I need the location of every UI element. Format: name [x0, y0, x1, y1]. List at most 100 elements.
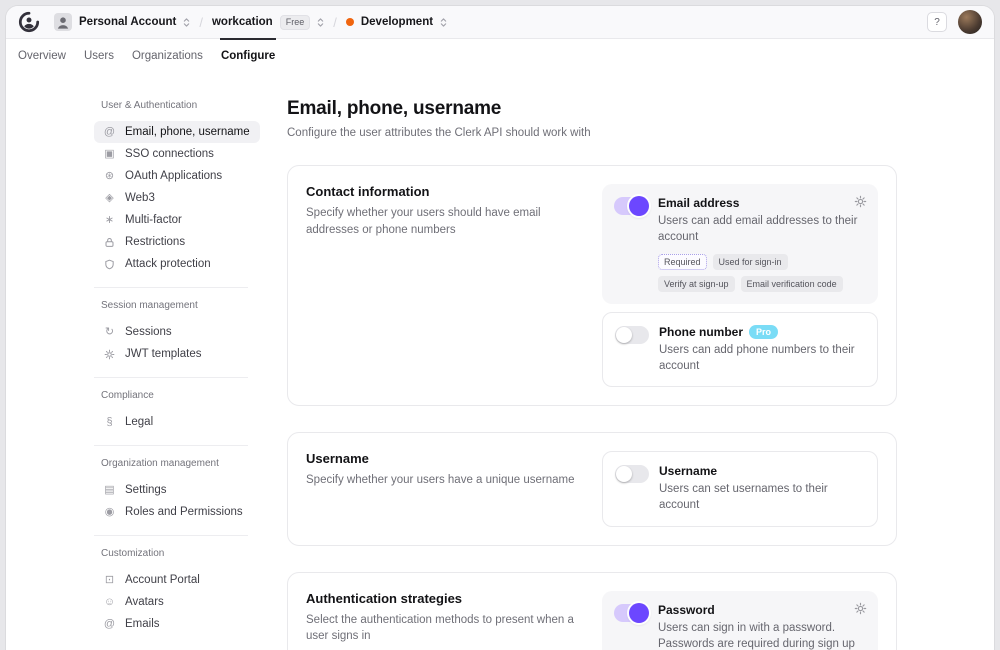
sidebar-item-multi-factor[interactable]: ∗ Multi-factor — [94, 209, 260, 231]
setting-content: Password Users can sign in with a passwo… — [658, 603, 866, 650]
tab-overview[interactable]: Overview — [9, 39, 75, 72]
sidebar-item-label: Account Portal — [125, 574, 200, 586]
sidebar-item-web3[interactable]: ◈ Web3 — [94, 187, 260, 209]
chevron-up-down-icon — [440, 17, 447, 28]
setting-label: Password — [658, 603, 866, 617]
sidebar-item-legal[interactable]: § Legal — [94, 411, 260, 433]
sidebar-item-email-phone-username[interactable]: @ Email, phone, username — [94, 121, 260, 143]
environment-dot-icon — [346, 18, 354, 26]
tab-organizations[interactable]: Organizations — [123, 39, 212, 72]
email-verification-code-badge: Email verification code — [741, 276, 843, 292]
username-toggle[interactable] — [615, 465, 649, 483]
sidebar-item-label: Email, phone, username — [125, 126, 250, 138]
toggle-knob — [616, 466, 632, 482]
sidebar-item-oauth-applications[interactable]: ⊛ OAuth Applications — [94, 165, 260, 187]
user-avatar[interactable] — [958, 10, 982, 34]
card-description: Specify whether your users should have e… — [306, 205, 586, 238]
sidebar-divider — [94, 445, 248, 446]
project-switcher[interactable]: workcation Free — [212, 15, 324, 30]
tab-users[interactable]: Users — [75, 39, 123, 72]
password-toggle[interactable] — [614, 604, 648, 622]
account-avatar-icon — [54, 13, 72, 31]
multi-factor-icon: ∗ — [103, 214, 116, 227]
setting-description: Users can set usernames to their account — [659, 481, 865, 513]
page-title: Email, phone, username — [287, 98, 897, 120]
sidebar-item-label: Settings — [125, 484, 167, 496]
sidebar-item-label: Multi-factor — [125, 214, 182, 226]
gear-icon — [103, 348, 116, 361]
used-for-sign-in-badge: Used for sign-in — [713, 254, 788, 270]
sidebar-divider — [94, 287, 248, 288]
sidebar-item-jwt-templates[interactable]: JWT templates — [94, 343, 260, 365]
section-label: Session management — [101, 300, 260, 311]
card-settings-column: Email address Users can add email addres… — [602, 184, 878, 387]
sidebar-item-sessions[interactable]: ↻ Sessions — [94, 321, 260, 343]
email-at-icon: @ — [103, 618, 116, 631]
nav-tabs: Overview Users Organizations Configure — [6, 39, 994, 72]
content-area: User & Authentication @ Email, phone, us… — [6, 72, 994, 650]
card-heading-column: Username Specify whether your users have… — [306, 451, 602, 526]
top-header: Personal Account / workcation Free / Dev… — [6, 6, 994, 39]
breadcrumb: Personal Account / workcation Free / Dev… — [54, 13, 447, 31]
oauth-bot-icon: ⊛ — [103, 170, 116, 183]
plan-badge: Free — [280, 15, 311, 30]
sidebar-divider — [94, 377, 248, 378]
verify-at-sign-up-badge: Verify at sign-up — [658, 276, 735, 292]
card-title: Contact information — [306, 184, 586, 199]
sidebar-item-label: Avatars — [125, 596, 164, 608]
settings-panel-icon: ▤ — [103, 484, 116, 497]
card-settings-column: Username Users can set usernames to thei… — [602, 451, 878, 526]
email-address-toggle[interactable] — [614, 197, 648, 215]
toggle-knob — [629, 196, 649, 216]
sidebar-item-org-settings[interactable]: ▤ Settings — [94, 479, 260, 501]
legal-icon: § — [103, 416, 116, 429]
web3-diamond-icon: ◈ — [103, 192, 116, 205]
sidebar-item-attack-protection[interactable]: Attack protection — [94, 253, 260, 275]
app-window: Personal Account / workcation Free / Dev… — [6, 6, 994, 650]
sidebar-item-roles-permissions[interactable]: ◉ Roles and Permissions — [94, 501, 260, 523]
sidebar-item-restrictions[interactable]: Restrictions — [94, 231, 260, 253]
environment-name: Development — [361, 16, 433, 28]
phone-number-toggle[interactable] — [615, 326, 649, 344]
password-settings-gear-icon[interactable] — [854, 602, 867, 615]
sidebar-item-avatars[interactable]: ☺ Avatars — [94, 591, 260, 613]
help-button[interactable]: ? — [927, 12, 947, 32]
password-setting: Password Users can sign in with a passwo… — [602, 591, 878, 650]
page-subtitle: Configure the user attributes the Clerk … — [287, 127, 897, 139]
lock-icon — [103, 236, 116, 249]
email-settings-gear-icon[interactable] — [854, 195, 867, 208]
section-label: Customization — [101, 548, 260, 559]
card-title: Username — [306, 451, 586, 466]
account-switcher[interactable]: Personal Account — [54, 13, 190, 31]
card-title: Authentication strategies — [306, 591, 586, 606]
environment-switcher[interactable]: Development — [346, 16, 447, 28]
setting-label: Username — [659, 464, 865, 478]
sidebar-item-label: Legal — [125, 416, 153, 428]
card-description: Select the authentication methods to pre… — [306, 612, 586, 645]
phone-number-setting: Phone number Pro Users can add phone num… — [602, 312, 878, 387]
sidebar-item-emails[interactable]: @ Emails — [94, 613, 260, 635]
authentication-strategies-card: Authentication strategies Select the aut… — [287, 572, 897, 650]
pro-badge: Pro — [749, 325, 778, 339]
sidebar-item-label: Restrictions — [125, 236, 185, 248]
contact-information-card: Contact information Specify whether your… — [287, 165, 897, 406]
required-badge: Required — [658, 254, 707, 270]
setting-content: Username Users can set usernames to thei… — [659, 464, 865, 513]
setting-content: Email address Users can add email addres… — [658, 196, 866, 292]
at-sign-icon: @ — [103, 126, 116, 139]
sidebar-item-label: Attack protection — [125, 258, 211, 270]
sidebar-item-label: JWT templates — [125, 348, 201, 360]
sidebar-item-account-portal[interactable]: ⊡ Account Portal — [94, 569, 260, 591]
chevron-up-down-icon — [183, 17, 190, 28]
sidebar-item-sso-connections[interactable]: ▣ SSO connections — [94, 143, 260, 165]
avatar-face-icon: ☺ — [103, 596, 116, 609]
section-label: Compliance — [101, 390, 260, 401]
clerk-logo-icon[interactable] — [18, 11, 40, 33]
sidebar-item-label: Web3 — [125, 192, 155, 204]
shield-icon — [103, 258, 116, 271]
sidebar-item-label: SSO connections — [125, 148, 214, 160]
card-heading-column: Contact information Specify whether your… — [306, 184, 602, 387]
setting-badges: Required Used for sign-in Verify at sign… — [658, 254, 866, 292]
tab-configure[interactable]: Configure — [212, 39, 284, 72]
sidebar-item-label: Emails — [125, 618, 160, 630]
